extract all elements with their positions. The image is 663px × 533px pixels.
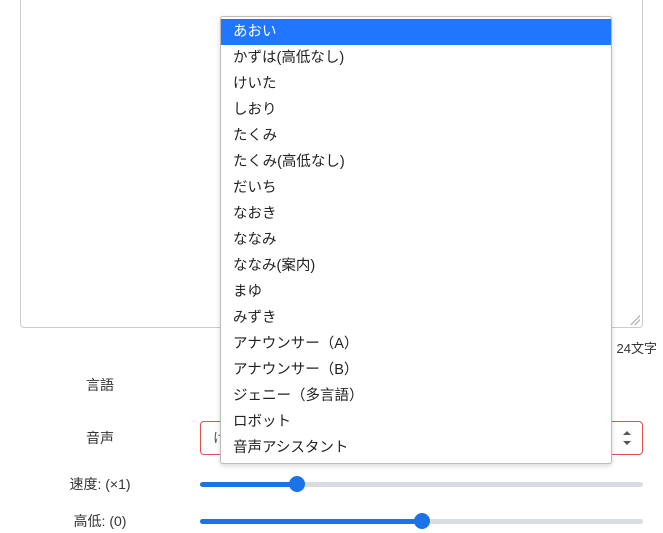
slider-fill bbox=[200, 482, 297, 487]
slider-thumb[interactable] bbox=[414, 513, 430, 529]
dropdown-option[interactable]: アナウンサー（A） bbox=[221, 331, 611, 357]
dropdown-option[interactable]: ななみ bbox=[221, 227, 611, 253]
label-speed: 速度: (×1) bbox=[0, 474, 200, 494]
dropdown-option[interactable]: ジェニー（多言語） bbox=[221, 383, 611, 409]
slider-fill bbox=[200, 519, 422, 524]
label-pitch: 高低: (0) bbox=[0, 511, 200, 531]
voice-dropdown[interactable]: あおいかずは(高低なし)けいたしおりたくみたくみ(高低なし)だいちなおきななみな… bbox=[220, 16, 612, 464]
dropdown-option[interactable]: あおい bbox=[221, 19, 611, 45]
speed-slider[interactable] bbox=[200, 475, 643, 493]
dropdown-option[interactable]: なおき bbox=[221, 201, 611, 227]
row-pitch: 高低: (0) bbox=[0, 509, 643, 533]
dropdown-option[interactable]: たくみ bbox=[221, 123, 611, 149]
slider-thumb[interactable] bbox=[289, 476, 305, 492]
dropdown-option[interactable]: ななみ(案内) bbox=[221, 253, 611, 279]
pitch-slider[interactable] bbox=[200, 512, 643, 530]
dropdown-option[interactable]: だいち bbox=[221, 175, 611, 201]
label-voice: 音声 bbox=[0, 428, 200, 448]
updown-icon bbox=[622, 431, 632, 445]
char-count: 24文字 bbox=[617, 338, 657, 357]
dropdown-option[interactable]: かずは(高低なし) bbox=[221, 45, 611, 71]
dropdown-option[interactable]: まゆ bbox=[221, 279, 611, 305]
dropdown-option[interactable]: しおり bbox=[221, 97, 611, 123]
dropdown-option[interactable]: けいた bbox=[221, 71, 611, 97]
dropdown-option[interactable]: 音声アシスタント bbox=[221, 435, 611, 461]
dropdown-option[interactable]: アナウンサー（B） bbox=[221, 357, 611, 383]
dropdown-option[interactable]: ロボット bbox=[221, 409, 611, 435]
dropdown-option[interactable]: たくみ(高低なし) bbox=[221, 149, 611, 175]
row-speed: 速度: (×1) bbox=[0, 472, 643, 496]
dropdown-option[interactable]: みずき bbox=[221, 305, 611, 331]
label-language: 言語 bbox=[0, 375, 200, 395]
